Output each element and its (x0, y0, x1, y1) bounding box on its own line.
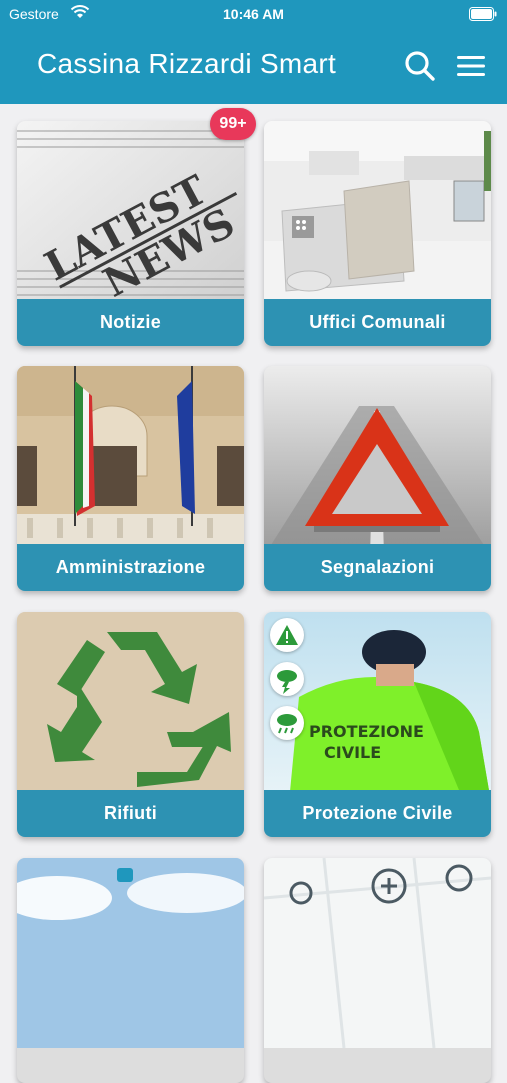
office-desk-image (264, 121, 491, 311)
tile-notizie[interactable]: LATEST NEWS Notizie (17, 121, 244, 346)
tile-protezione-civile[interactable]: PROTEZIONE CIVILE Protezione Civile (264, 612, 491, 837)
tile-label: Amministrazione (17, 544, 244, 591)
warning-icon[interactable] (270, 618, 304, 652)
warning-triangle-image (264, 366, 491, 556)
sky-clouds-image (17, 858, 244, 1048)
tile-label: Protezione Civile (264, 790, 491, 837)
tile-label: Segnalazioni (264, 544, 491, 591)
tile-label: Rifiuti (17, 790, 244, 837)
tile-amministrazione[interactable]: Amministrazione (17, 366, 244, 591)
search-icon[interactable] (404, 50, 436, 82)
tile-map[interactable] (264, 858, 491, 1083)
tile-label: Notizie (17, 299, 244, 346)
notification-badge: 99+ (210, 108, 256, 140)
battery-icon (469, 7, 497, 21)
latest-news-image: LATEST NEWS (17, 121, 244, 311)
rain-icon[interactable] (270, 706, 304, 740)
recycle-image (17, 612, 244, 802)
tile-uffici-comunali[interactable]: Uffici Comunali (264, 121, 491, 346)
alert-icons (270, 618, 304, 750)
clock: 10:46 AM (223, 6, 284, 22)
tile-label: Uffici Comunali (264, 299, 491, 346)
storm-icon[interactable] (270, 662, 304, 696)
government-building-flags-image (17, 366, 244, 556)
tile-segnalazioni[interactable]: Segnalazioni (264, 366, 491, 591)
app-title: Cassina Rizzardi Smart (37, 48, 337, 79)
app-header: Cassina Rizzardi Smart (0, 28, 507, 104)
tile-clouds[interactable] (17, 858, 244, 1083)
svg-text:CIVILE: CIVILE (324, 743, 381, 762)
hamburger-menu-icon[interactable] (456, 52, 486, 80)
svg-text:PROTEZIONE: PROTEZIONE (309, 722, 424, 741)
map-pins-image (264, 858, 491, 1048)
status-bar: Gestore 10:46 AM (0, 0, 507, 28)
tile-rifiuti[interactable]: Rifiuti (17, 612, 244, 837)
